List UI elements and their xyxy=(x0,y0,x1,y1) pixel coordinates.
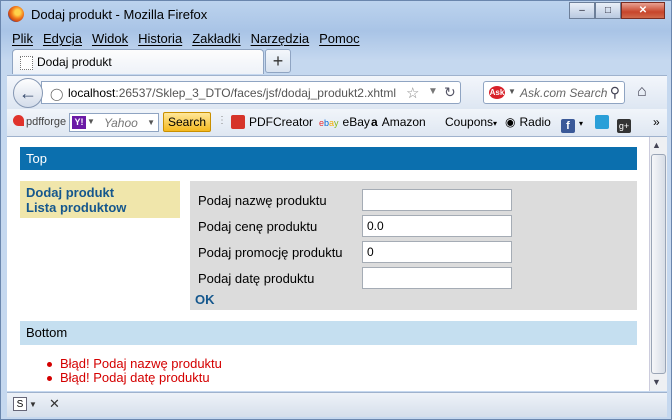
page-content: Top Dodaj produkt Lista produktow Podaj … xyxy=(7,137,649,391)
menu-help[interactable]: Pomoc xyxy=(314,30,364,48)
price-label: Podaj cenę produktu xyxy=(198,219,318,234)
search-icon[interactable]: ⚲ xyxy=(610,84,620,101)
facebook-button[interactable]: f ▾ xyxy=(561,115,583,133)
error-message: Błąd! Podaj datę produktu xyxy=(47,371,222,385)
addon-s-icon[interactable]: S xyxy=(13,397,27,411)
toolbar-grip-icon: ⋮ xyxy=(217,115,227,126)
menu-link-dodaj-produkt[interactable]: Dodaj produkt xyxy=(26,185,174,200)
googleplus-icon: g+ xyxy=(617,119,631,133)
coupons-button[interactable]: Coupons▾ xyxy=(445,115,497,129)
pdf-icon xyxy=(231,115,245,129)
page-icon xyxy=(20,56,33,70)
window-title: Dodaj produkt - Mozilla Firefox xyxy=(31,7,208,22)
error-list: Błąd! Podaj nazwę produktu Błąd! Podaj d… xyxy=(47,357,222,385)
scroll-down-icon[interactable]: ▼ xyxy=(652,377,661,387)
maximize-button[interactable]: □ xyxy=(595,2,621,19)
pdfforge-icon xyxy=(13,115,24,126)
date-input[interactable] xyxy=(362,267,512,289)
tab-bar: Dodaj produkt + xyxy=(7,49,667,75)
bottom-footer: Bottom xyxy=(20,321,637,345)
title-bar: Dodaj produkt - Mozilla Firefox – □ ✕ xyxy=(1,1,671,28)
add-on-toolbar: pdfforge Y! ▼ Yahoo ▼ Search ⋮ PDFCreato… xyxy=(7,109,667,137)
menu-tools[interactable]: Narzędzia xyxy=(246,30,315,48)
ebay-button[interactable]: ebay eBay xyxy=(319,115,370,129)
toolbar-overflow-icon[interactable]: » xyxy=(653,115,660,129)
top-header: Top xyxy=(20,147,637,170)
add-on-bar: S ▼ ✕ xyxy=(7,392,667,417)
yahoo-engine-dropdown-icon[interactable]: ▼ xyxy=(87,117,95,126)
radio-icon: ◉ xyxy=(505,115,516,129)
yahoo-history-dropdown-icon[interactable]: ▼ xyxy=(147,118,155,127)
addon-dropdown-icon[interactable]: ▼ xyxy=(29,400,37,409)
pdfcreator-button[interactable]: PDFCreator xyxy=(231,115,313,129)
menu-file[interactable]: Plik xyxy=(7,30,38,48)
twitter-icon xyxy=(595,115,609,129)
ask-logo-icon: Ask xyxy=(489,86,505,99)
form-row-promotion: Podaj promocję produktu xyxy=(198,241,628,263)
close-button[interactable]: ✕ xyxy=(621,2,665,19)
scroll-up-icon[interactable]: ▲ xyxy=(652,140,661,150)
browser-window: Dodaj produkt - Mozilla Firefox – □ ✕ Pl… xyxy=(0,0,672,420)
url-bar[interactable]: ◯ localhost:26537/Sklep_3_DTO/faces/jsf/… xyxy=(41,81,461,104)
form-row-name: Podaj nazwę produktu xyxy=(198,189,628,211)
promotion-input[interactable] xyxy=(362,241,512,263)
menu-view[interactable]: Widok xyxy=(87,30,133,48)
product-form: Podaj nazwę produktu Podaj cenę produktu… xyxy=(190,181,637,310)
bookmark-star-icon[interactable]: ☆ xyxy=(406,84,419,102)
pdfforge-logo[interactable]: pdfforge xyxy=(13,115,66,128)
url-text: localhost:26537/Sklep_3_DTO/faces/jsf/do… xyxy=(68,86,396,100)
name-label: Podaj nazwę produktu xyxy=(198,193,327,208)
scroll-thumb[interactable] xyxy=(651,154,666,374)
reload-icon[interactable]: ↻ xyxy=(444,84,456,101)
ask-dropdown-icon[interactable]: ▼ xyxy=(508,87,516,96)
navigation-bar: ◯ localhost:26537/Sklep_3_DTO/faces/jsf/… xyxy=(7,75,667,110)
form-row-price: Podaj cenę produktu xyxy=(198,215,628,237)
window-controls: – □ ✕ xyxy=(569,2,665,19)
minimize-button[interactable]: – xyxy=(569,2,595,19)
error-message: Błąd! Podaj nazwę produktu xyxy=(47,357,222,371)
ask-search-box[interactable]: Ask ▼ Ask.com Search ⚲ xyxy=(483,81,625,104)
menu-bar: Plik Edycja Widok Historia Zakładki Narz… xyxy=(7,30,365,48)
promotion-label: Podaj promocję produktu xyxy=(198,245,343,260)
menu-bookmarks[interactable]: Zakładki xyxy=(187,30,245,48)
form-row-date: Podaj datę produktu xyxy=(198,267,628,289)
tab-label: Dodaj produkt xyxy=(37,55,112,69)
url-dropdown-icon[interactable]: ▼ xyxy=(428,86,438,97)
yahoo-placeholder: Yahoo xyxy=(104,116,138,130)
close-addon-bar-icon[interactable]: ✕ xyxy=(49,396,60,412)
tab-dodaj-produkt[interactable]: Dodaj produkt xyxy=(12,49,264,74)
facebook-dropdown-icon: ▾ xyxy=(579,119,584,128)
menu-link-lista-produktow[interactable]: Lista produktow xyxy=(26,200,174,215)
yahoo-logo-icon: Y! xyxy=(72,116,86,129)
twitter-button[interactable] xyxy=(595,115,613,129)
search-button[interactable]: Search xyxy=(163,112,211,132)
ok-button[interactable]: OK xyxy=(195,292,215,307)
name-input[interactable] xyxy=(362,189,512,211)
ebay-icon: ebay xyxy=(319,118,339,128)
radio-button[interactable]: ◉ Radio xyxy=(505,115,551,129)
side-menu: Dodaj produkt Lista produktow xyxy=(20,181,180,218)
facebook-icon: f xyxy=(561,119,575,133)
globe-icon: ◯ xyxy=(50,87,64,101)
coupons-dropdown-icon: ▾ xyxy=(493,119,498,128)
back-button[interactable]: ← xyxy=(13,78,43,108)
ask-search-placeholder: Ask.com Search xyxy=(520,86,608,100)
amazon-icon: a xyxy=(371,115,378,129)
vertical-scrollbar[interactable]: ▲ ▼ xyxy=(649,137,667,391)
yahoo-search-input[interactable]: Y! ▼ Yahoo ▼ xyxy=(69,113,159,132)
new-tab-button[interactable]: + xyxy=(265,49,291,73)
googleplus-button[interactable]: g+ xyxy=(617,115,635,133)
home-icon[interactable]: ⌂ xyxy=(637,83,647,101)
amazon-button[interactable]: a Amazon xyxy=(371,115,426,129)
back-arrow-icon: ← xyxy=(19,83,37,103)
menu-history[interactable]: Historia xyxy=(133,30,187,48)
firefox-logo-icon xyxy=(8,6,24,22)
price-input[interactable] xyxy=(362,215,512,237)
date-label: Podaj datę produktu xyxy=(198,271,315,286)
menu-edit[interactable]: Edycja xyxy=(38,30,87,48)
